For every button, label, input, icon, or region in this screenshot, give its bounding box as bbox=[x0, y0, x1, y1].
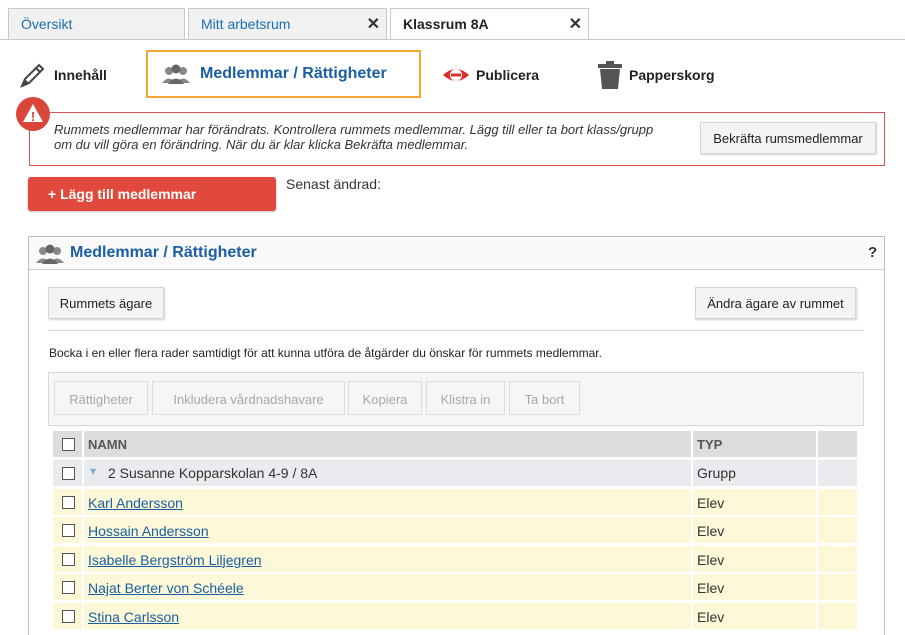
row-extra-cell bbox=[818, 517, 857, 544]
toolbar-publish-button[interactable]: Publicera bbox=[442, 62, 539, 88]
toolbar-members-button[interactable]: Medlemmar / Rättigheter bbox=[146, 50, 421, 98]
row-type-cell: Elev bbox=[693, 602, 816, 629]
trash-icon bbox=[597, 60, 623, 90]
row-checkbox[interactable] bbox=[62, 496, 75, 509]
table-row[interactable]: Stina Carlsson Elev bbox=[53, 602, 857, 629]
delete-button[interactable]: Ta bort bbox=[509, 381, 580, 415]
column-header-name[interactable]: NAMN bbox=[88, 437, 127, 452]
table-header-row: NAMN TYP bbox=[53, 431, 857, 457]
row-checkbox[interactable] bbox=[62, 467, 75, 480]
last-changed-label: Senast ändrad: bbox=[286, 176, 381, 192]
close-icon[interactable]: ✕ bbox=[569, 14, 582, 34]
tab-mitt-arbetsrum[interactable]: Mitt arbetsrum ✕ bbox=[188, 8, 387, 39]
tab-label: Mitt arbetsrum bbox=[201, 16, 291, 32]
member-type: Elev bbox=[697, 608, 725, 625]
svg-text:!: ! bbox=[31, 109, 35, 124]
row-extra-cell bbox=[818, 574, 857, 601]
include-guardians-button[interactable]: Inkludera vårdnadshavare bbox=[152, 381, 345, 415]
row-checkbox-cell bbox=[53, 517, 82, 544]
header-checkbox-cell bbox=[53, 431, 82, 457]
divider bbox=[48, 330, 864, 331]
column-header-type[interactable]: TYP bbox=[697, 437, 722, 452]
warning-text: Rummets medlemmar har förändrats. Kontro… bbox=[54, 122, 654, 152]
member-type: Elev bbox=[697, 580, 725, 597]
users-icon bbox=[162, 63, 190, 85]
help-icon[interactable]: ? bbox=[868, 244, 877, 261]
toolbar-publish-label: Publicera bbox=[476, 67, 540, 83]
row-checkbox-cell bbox=[53, 574, 82, 601]
instruction-text: Bocka i en eller flera rader samtidigt f… bbox=[49, 346, 602, 360]
toolbar-content-button[interactable]: Innehåll bbox=[18, 60, 107, 90]
row-checkbox-cell bbox=[53, 545, 82, 572]
tab-divider bbox=[0, 39, 905, 40]
expand-caret-icon[interactable]: ▾ bbox=[90, 464, 96, 478]
row-type-cell: Elev bbox=[693, 489, 816, 515]
toolbar-trash-label: Papperskorg bbox=[629, 67, 715, 83]
close-icon[interactable]: ✕ bbox=[367, 14, 380, 34]
header-extra-cell bbox=[818, 431, 857, 457]
row-extra-cell bbox=[818, 489, 857, 515]
eye-icon bbox=[442, 64, 470, 86]
header-name-cell: NAMN bbox=[84, 431, 691, 457]
group-row[interactable]: ▾ 2 Susanne Kopparskolan 4-9 / 8A Grupp bbox=[53, 460, 857, 486]
row-type-cell: Elev bbox=[693, 517, 816, 544]
member-type: Elev bbox=[697, 551, 725, 568]
paste-button[interactable]: Klistra in bbox=[426, 381, 505, 415]
table-row[interactable]: Isabelle Bergström Liljegren Elev bbox=[53, 545, 857, 572]
table-row[interactable]: Hossain Andersson Elev bbox=[53, 517, 857, 544]
member-type: Elev bbox=[697, 523, 725, 540]
users-icon bbox=[36, 243, 64, 268]
member-name-link[interactable]: Stina Carlsson bbox=[88, 609, 179, 625]
tab-label: Översikt bbox=[21, 16, 73, 32]
member-type: Elev bbox=[697, 495, 725, 511]
row-checkbox-cell bbox=[53, 602, 82, 629]
tab-klassrum-8a[interactable]: Klassrum 8A ✕ bbox=[390, 8, 589, 40]
table-row[interactable]: Karl Andersson Elev bbox=[53, 489, 857, 515]
confirm-members-button[interactable]: Bekräfta rumsmedlemmar bbox=[700, 122, 876, 154]
group-extra-cell bbox=[818, 460, 857, 486]
row-checkbox-cell bbox=[53, 489, 82, 515]
toolbar-content-label: Innehåll bbox=[54, 67, 107, 83]
tab-label: Klassrum 8A bbox=[403, 16, 489, 32]
panel-title: Medlemmar / Rättigheter bbox=[70, 244, 257, 261]
row-extra-cell bbox=[818, 545, 857, 572]
row-name-cell: Najat Berter von Schéele bbox=[84, 574, 691, 601]
toolbar-members-label: Medlemmar / Rättigheter bbox=[200, 65, 387, 82]
permissions-button[interactable]: Rättigheter bbox=[54, 381, 148, 415]
group-name: 2 Susanne Kopparskolan 4-9 / 8A bbox=[108, 465, 318, 481]
group-type: Grupp bbox=[697, 465, 736, 481]
row-checkbox[interactable] bbox=[62, 552, 75, 566]
row-type-cell: Elev bbox=[693, 574, 816, 601]
table-row[interactable]: Najat Berter von Schéele Elev bbox=[53, 574, 857, 601]
group-checkbox-cell bbox=[53, 460, 82, 486]
group-name-cell: ▾ 2 Susanne Kopparskolan 4-9 / 8A bbox=[84, 460, 691, 486]
actions-bar: Rättigheter Inkludera vårdnadshavare Kop… bbox=[48, 372, 864, 426]
row-checkbox[interactable] bbox=[62, 581, 75, 595]
panel-header: Medlemmar / Rättigheter ? bbox=[29, 237, 884, 270]
row-name-cell: Karl Andersson bbox=[84, 489, 691, 515]
copy-button[interactable]: Kopiera bbox=[348, 381, 422, 415]
row-name-cell: Isabelle Bergström Liljegren bbox=[84, 545, 691, 572]
add-members-button[interactable]: + Lägg till medlemmar bbox=[28, 177, 276, 211]
row-checkbox[interactable] bbox=[62, 524, 75, 538]
select-all-checkbox[interactable] bbox=[62, 438, 75, 451]
toolbar-trash-button[interactable]: Papperskorg bbox=[597, 60, 715, 90]
member-name-link[interactable]: Karl Andersson bbox=[88, 495, 183, 511]
row-name-cell: Stina Carlsson bbox=[84, 602, 691, 629]
row-name-cell: Hossain Andersson bbox=[84, 517, 691, 544]
row-extra-cell bbox=[818, 602, 857, 629]
member-name-link[interactable]: Hossain Andersson bbox=[88, 523, 209, 539]
tab-oversikt[interactable]: Översikt bbox=[8, 8, 185, 39]
header-type-cell: TYP bbox=[693, 431, 816, 457]
row-checkbox[interactable] bbox=[62, 609, 75, 623]
warning-icon: ! bbox=[16, 97, 50, 131]
pencil-icon bbox=[18, 60, 48, 90]
member-name-link[interactable]: Isabelle Bergström Liljegren bbox=[88, 552, 262, 568]
group-type-cell: Grupp bbox=[693, 460, 816, 486]
room-owners-button[interactable]: Rummets ägare bbox=[48, 287, 164, 319]
change-owner-button[interactable]: Ändra ägare av rummet bbox=[695, 287, 856, 319]
member-name-link[interactable]: Najat Berter von Schéele bbox=[88, 580, 244, 596]
warning-banner: Rummets medlemmar har förändrats. Kontro… bbox=[29, 112, 885, 166]
row-type-cell: Elev bbox=[693, 545, 816, 572]
